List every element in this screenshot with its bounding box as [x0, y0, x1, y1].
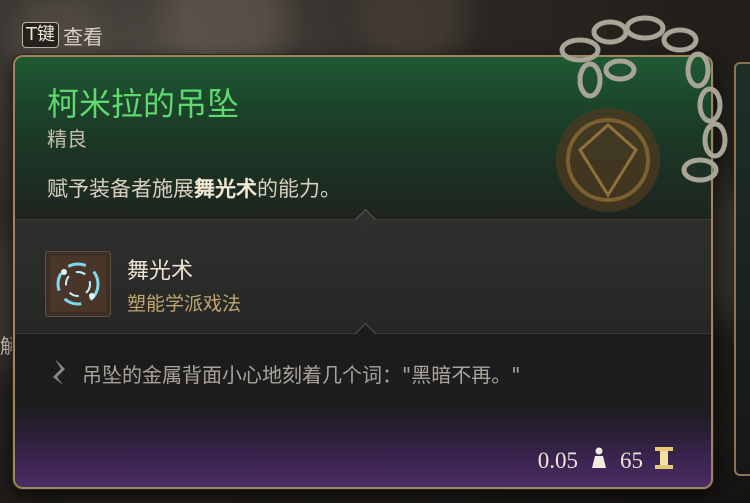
inspect-label: 查看 — [63, 24, 103, 49]
item-tooltip: 柯米拉的吊坠 精良 赋予装备者施展舞光术的能力。 舞光术 塑能学派戏法 吊坠的金… — [13, 55, 713, 489]
item-name: 柯米拉的吊坠 — [47, 85, 240, 123]
desc-spell-link[interactable]: 舞光术 — [194, 177, 257, 201]
gold-icon — [653, 445, 675, 477]
lore-text: 吊坠的金属背面小心地刻着几个词："黑暗不再。" — [82, 363, 521, 387]
gold-value: 65 — [620, 448, 643, 473]
item-stats: 0.05 65 — [538, 445, 675, 477]
weight-icon — [588, 446, 610, 476]
spell-section — [15, 219, 711, 334]
left-edge-text: 解 — [0, 334, 20, 358]
item-rarity: 精良 — [47, 127, 87, 151]
inspect-hint[interactable]: T键 查看 — [22, 20, 103, 50]
adjacent-tooltip-edge — [734, 62, 750, 476]
weight-value: 0.05 — [537, 448, 578, 473]
spell-school: 塑能学派戏法 — [127, 293, 242, 315]
desc-text: 赋予装备者施展 — [47, 177, 194, 201]
key-badge: T键 — [22, 22, 59, 48]
desc-text: 的能力。 — [257, 177, 341, 201]
spell-name[interactable]: 舞光术 — [127, 253, 193, 285]
dancing-lights-icon[interactable] — [45, 251, 111, 317]
quill-icon — [49, 357, 71, 391]
item-description: 赋予装备者施展舞光术的能力。 — [47, 173, 341, 203]
